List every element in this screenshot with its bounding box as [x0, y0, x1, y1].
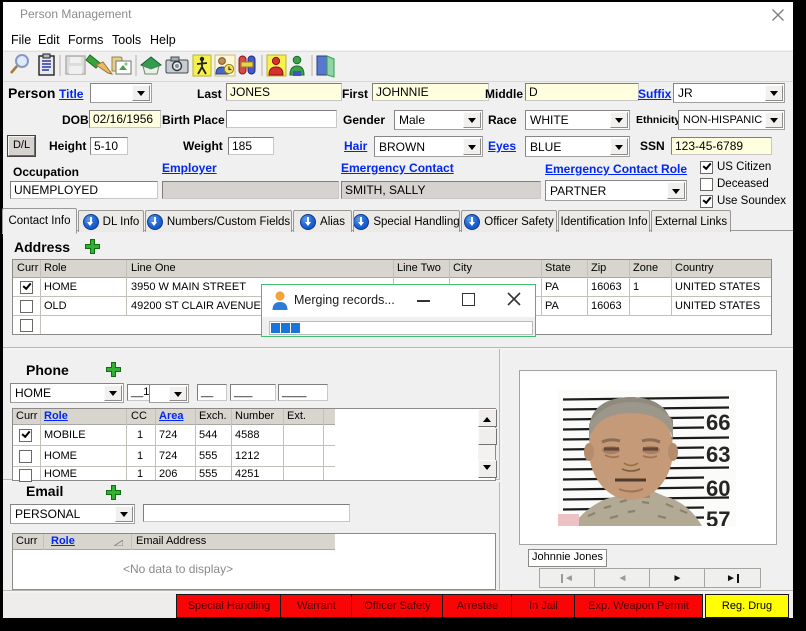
- svg-text:63: 63: [706, 442, 730, 467]
- svg-text:66: 66: [706, 410, 730, 435]
- svg-text:57: 57: [706, 507, 730, 526]
- svg-text:60: 60: [706, 476, 730, 501]
